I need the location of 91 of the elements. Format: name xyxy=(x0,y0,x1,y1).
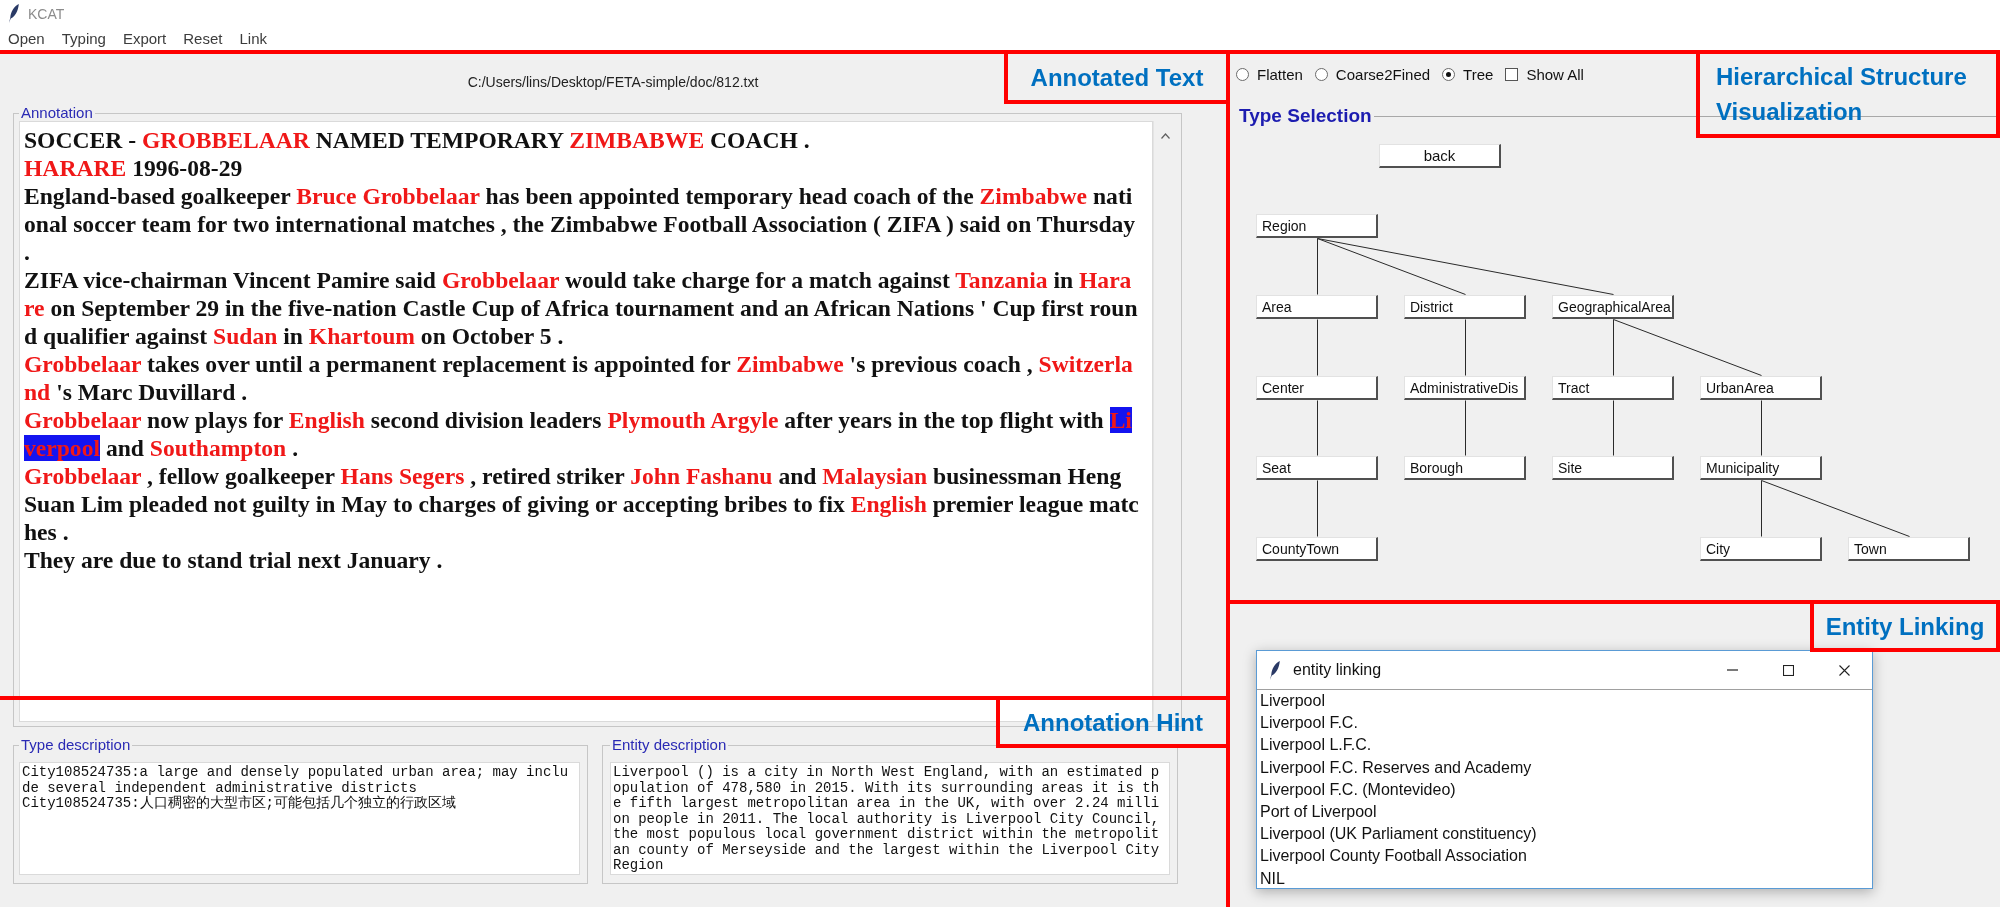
paragraph: Grobbelaar , fellow goalkeeper Hans Segers , retired striker John Fashanu and Malaysian businessman Heng Suan Lim pleaded not guilty in May to charges of giving or accepting bribes to fix English premier league matc hes . xyxy=(24,462,1139,546)
entity-mention[interactable]: Plymouth Argyle xyxy=(607,407,779,433)
close-icon xyxy=(1838,664,1850,676)
connector-line xyxy=(1317,480,1318,537)
candidate-item[interactable]: Port of Liverpool xyxy=(1260,801,1377,824)
entity-mention[interactable]: Grobbelaar xyxy=(24,407,142,433)
tree-node[interactable]: AdministrativeDis xyxy=(1404,376,1526,400)
paragraph: Grobbelaar now plays for English second division leaders Plymouth Argyle after years in the top flight with Li verpool and Southampton . xyxy=(24,406,1132,462)
description-text: City108524735:a large and densely populated urban area; may inclu de several independent administrative districts xyxy=(22,765,569,796)
section-title: Type Selection xyxy=(1239,105,1372,127)
tree-node[interactable]: Municipality xyxy=(1700,456,1822,480)
paragraph: Grobbelaar takes over until a permanent replacement is appointed for Zimbabwe 's previous coach , Switzerla nd 's Marc Duvillard . xyxy=(24,350,1133,406)
candidate-item[interactable]: Liverpool County Football Association xyxy=(1260,845,1527,868)
connector-line xyxy=(1613,400,1614,456)
tree-node[interactable]: Center xyxy=(1256,376,1378,400)
entity-mention[interactable]: Khartoum xyxy=(308,323,415,349)
radio-button[interactable]: Tree xyxy=(1442,65,1494,83)
entity-mention[interactable]: Zimbabwe xyxy=(736,351,844,377)
entity-mention[interactable]: re xyxy=(24,295,45,321)
entity-mention[interactable]: HARARE xyxy=(24,155,127,181)
connector-line xyxy=(1465,319,1466,376)
tree-node[interactable]: GeographicalArea xyxy=(1552,295,1674,319)
tree-node[interactable]: CountyTown xyxy=(1256,537,1378,561)
dialog-title: entity linking xyxy=(1293,661,1383,679)
tree-node[interactable]: Site xyxy=(1552,456,1674,480)
entity-mention[interactable]: Sudan xyxy=(213,323,278,349)
entity-mention[interactable]: English xyxy=(288,407,365,433)
menu-item[interactable]: Export xyxy=(122,29,167,48)
window-title: KCAT xyxy=(28,5,65,22)
entity-mention[interactable]: GROBBELAAR xyxy=(142,127,310,153)
connector-line xyxy=(1465,400,1466,456)
tree-node[interactable]: Town xyxy=(1848,537,1970,561)
connector-line xyxy=(1317,319,1318,376)
back-button[interactable]: back xyxy=(1379,144,1501,168)
text-area[interactable]: City108524735:a large and densely populated urban area; may inclu de several independent administrative districts City108524735:人口稠密的大型市区;可能包括几个独立的行政区域 xyxy=(19,762,580,875)
entity-mention[interactable]: ZIMBABWE xyxy=(569,127,705,153)
menu-item[interactable]: Open xyxy=(8,29,45,48)
entity-mention[interactable]: Grobbelaar xyxy=(24,351,142,377)
paragraph: SOCCER - GROBBELAAR NAMED TEMPORARY ZIMBABWE COACH . xyxy=(24,126,810,154)
description-text: City108524735:人口稠密的大型市区;可能包括几个独立的行政区域 xyxy=(22,796,457,812)
radio-button[interactable]: Coarse2Fined xyxy=(1314,65,1431,83)
group-label: Annotation xyxy=(20,105,94,121)
tree-node[interactable]: City xyxy=(1700,537,1822,561)
connector-line xyxy=(1761,400,1762,456)
tree-node[interactable]: UrbanArea xyxy=(1700,376,1822,400)
entity-mention[interactable]: Hara xyxy=(1079,267,1132,293)
paragraph: England-based goalkeeper Bruce Grobbelaar has been appointed temporary head coach of the Zimbabwe nati onal soccer team for two international matches , the Zimbabwe Football Association ( ZIFA ) said on Thursday . xyxy=(24,182,1136,266)
candidate-item[interactable]: NIL xyxy=(1260,867,1285,888)
feather-icon xyxy=(9,4,19,23)
entity-mention[interactable]: Bruce Grobbelaar xyxy=(296,183,480,209)
paragraph: HARARE 1996-08-29 xyxy=(24,154,243,182)
menu-item[interactable]: Reset xyxy=(183,29,223,48)
tree-node[interactable]: Area xyxy=(1256,295,1378,319)
entity-mention[interactable]: John Fashanu xyxy=(630,463,773,489)
file-path: C:/Users/lins/Desktop/FETA-simple/doc/812.txt xyxy=(467,74,759,90)
entity-mention[interactable]: Southampton xyxy=(149,435,287,461)
description-text: Liverpool () is a city in North West England, with an estimated p opulation of 478,580 in 2015. With its surrounding areas it is th e fifth largest metropolitan area in the UK, with over 2.24 milli on people in 2011. The local authority is Liverpool City Council, the most populous local government district within the metropolit an county of Merseyside and the largest within the Liverpool City Region xyxy=(613,765,1160,874)
candidate-item[interactable]: Liverpool F.C. Reserves and Academy xyxy=(1260,756,1532,779)
candidate-item[interactable]: Liverpool (UK Parliament constituency) xyxy=(1260,823,1537,846)
entity-mention[interactable]: nd xyxy=(24,379,51,405)
group-label: Entity description xyxy=(611,737,728,753)
entity-mention[interactable]: Malaysian xyxy=(822,463,928,489)
entity-mention[interactable]: Grobbelaar xyxy=(24,463,142,489)
tree-node[interactable]: Region xyxy=(1256,214,1378,238)
tree-node[interactable]: Borough xyxy=(1404,456,1526,480)
entity-mention[interactable]: Zimbabwe xyxy=(979,183,1088,209)
paragraph: They are due to stand trial next January . xyxy=(24,546,443,574)
candidate-item[interactable]: Liverpool xyxy=(1260,690,1325,713)
tree-node[interactable]: Tract xyxy=(1552,376,1674,400)
candidate-list[interactable] xyxy=(1257,690,1872,888)
tree-node[interactable]: District xyxy=(1404,295,1526,319)
menu-item[interactable]: Link xyxy=(239,29,267,48)
entity-mention[interactable]: Switzerla xyxy=(1038,351,1133,377)
minimize-icon xyxy=(1726,669,1738,671)
candidate-item[interactable]: Liverpool L.F.C. xyxy=(1260,734,1372,757)
menu-item[interactable]: Typing xyxy=(61,29,106,48)
paragraph: ZIFA vice-chairman Vincent Pamire said Grobbelaar would take charge for a match against Tanzania in Hara re on September 29 in the five-nation Castle Cup of Africa tournament and an African Nations ' Cup first roun d qualifier against Sudan in Khartoum on October 5 . xyxy=(24,266,1138,350)
radio-button[interactable]: Flatten xyxy=(1236,65,1303,83)
tree-node[interactable]: Seat xyxy=(1256,456,1378,480)
entity-mention[interactable]: Tanzania xyxy=(955,267,1048,293)
maximize-icon xyxy=(1782,664,1794,676)
checkbox[interactable]: Show All xyxy=(1505,65,1584,83)
entity-mention[interactable]: Grobbelaar xyxy=(441,267,559,293)
feather-icon xyxy=(1270,660,1280,680)
connector-line xyxy=(1317,400,1318,456)
group-label: Type description xyxy=(20,737,132,753)
entity-mention[interactable]: Hans Segers xyxy=(340,463,465,489)
entity-mention[interactable]: English xyxy=(850,491,927,517)
candidate-item[interactable]: Liverpool F.C. (Montevideo) xyxy=(1260,778,1456,801)
chevron-up-icon xyxy=(1161,133,1170,139)
candidate-item[interactable]: Liverpool F.C. xyxy=(1260,712,1358,735)
